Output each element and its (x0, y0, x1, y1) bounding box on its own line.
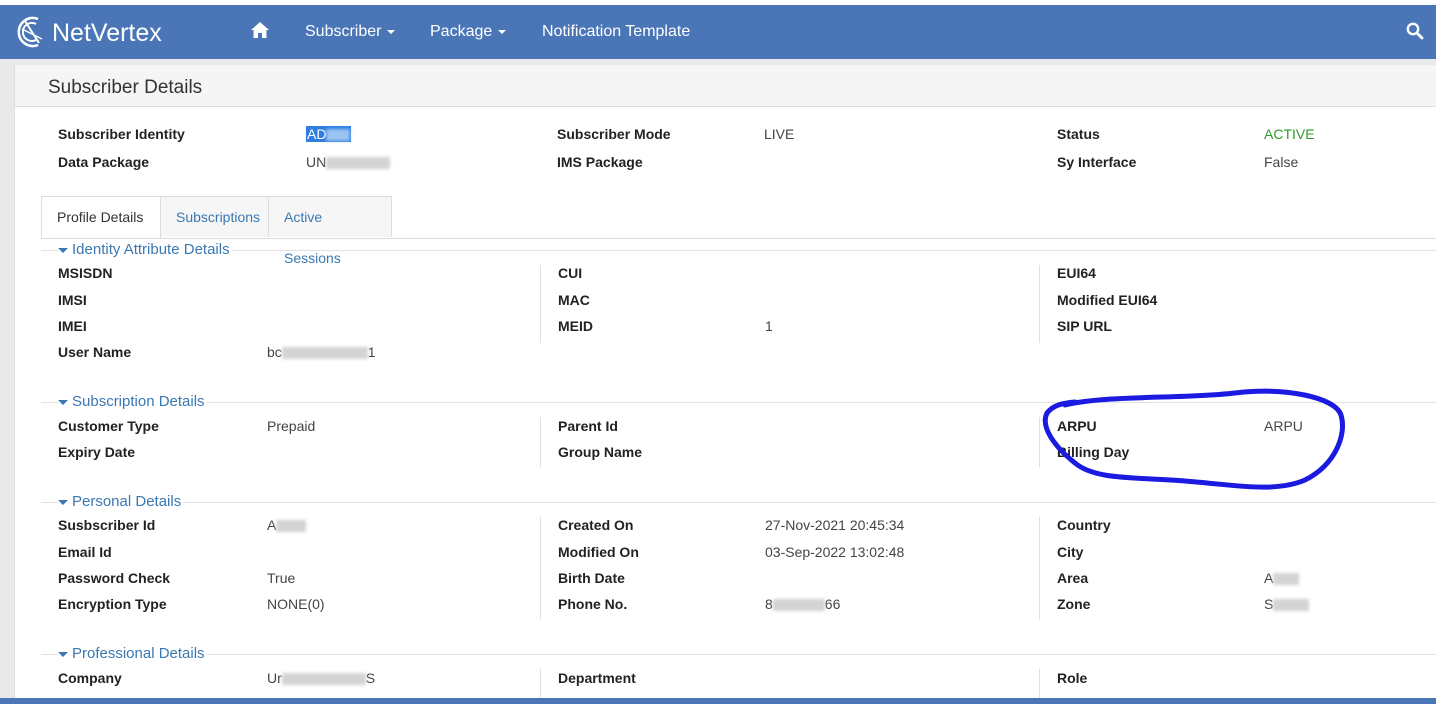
column-divider (1039, 517, 1040, 620)
zone-label: Zone (1057, 596, 1091, 612)
customer-type-label: Customer Type (58, 418, 159, 434)
encryption-type-label: Encryption Type (58, 596, 167, 612)
parent-id-label: Parent Id (558, 418, 618, 434)
identity-section-title: Identity Attribute Details (72, 241, 230, 258)
password-check-value: True (267, 570, 296, 586)
imei-label: IMEI (58, 318, 87, 334)
section-divider (41, 502, 1436, 503)
subscriber-id-label: Susbscriber Id (58, 517, 156, 533)
eui64-label: EUI64 (1057, 265, 1096, 281)
subscriber-mode-label: Subscriber Mode (557, 126, 671, 142)
password-check-label: Password Check (58, 570, 171, 586)
modified-on-label: Modified On (558, 544, 639, 560)
caret-down-icon (58, 651, 68, 657)
status-badge: ACTIVE (1264, 126, 1315, 142)
nav-subscriber-label: Subscriber (305, 23, 382, 40)
column-divider (1039, 669, 1040, 698)
home-icon[interactable] (250, 21, 270, 44)
personal-section-title: Personal Details (72, 493, 182, 510)
search-icon[interactable] (1406, 22, 1424, 43)
caret-down-icon (58, 499, 68, 505)
birth-date-label: Birth Date (558, 570, 625, 586)
email-id-label: Email Id (58, 544, 112, 560)
area-label: Area (1057, 570, 1089, 586)
city-label: City (1057, 544, 1084, 560)
zone-value: S (1264, 596, 1310, 612)
ims-package-label: IMS Package (557, 154, 643, 170)
user-name-label: User Name (58, 344, 132, 360)
personal-section-toggle[interactable]: Personal Details (58, 493, 184, 510)
column-divider (1039, 265, 1040, 343)
column-divider (540, 669, 541, 698)
modified-on-value: 03-Sep-2022 13:02:48 (765, 544, 905, 560)
brand-name: NetVertex (52, 19, 162, 47)
mac-label: MAC (558, 292, 590, 308)
encryption-type-value: NONE(0) (267, 596, 325, 612)
caret-down-icon (58, 399, 68, 405)
column-divider (540, 265, 541, 343)
subscriber-identity-label: Subscriber Identity (58, 126, 185, 142)
group-name-label: Group Name (558, 444, 643, 460)
netvertex-logo-icon (16, 15, 46, 52)
panel-header: Subscriber Details (15, 65, 1436, 107)
role-label: Role (1057, 670, 1088, 686)
nav-subscriber[interactable]: Subscriber (305, 23, 396, 41)
modified-eui64-label: Modified EUI64 (1057, 292, 1158, 308)
area-value: A (1264, 570, 1300, 586)
department-label: Department (558, 670, 636, 686)
column-divider (540, 517, 541, 620)
caret-down-icon (58, 247, 68, 253)
tab-subscriptions[interactable]: Subscriptions (160, 196, 269, 237)
meid-value: 1 (765, 318, 773, 334)
sy-interface-value: False (1264, 154, 1299, 170)
nav-notification-template[interactable]: Notification Template (542, 23, 690, 41)
professional-section-toggle[interactable]: Professional Details (58, 645, 207, 662)
subscriber-identity-value: AD (306, 126, 352, 142)
navbar: NetVertex Subscriber Package Notificatio… (0, 5, 1436, 59)
country-label: Country (1057, 517, 1111, 533)
imsi-label: IMSI (58, 292, 87, 308)
nav-package[interactable]: Package (430, 23, 507, 41)
section-divider (41, 250, 1436, 251)
data-package-value: UN (306, 154, 391, 170)
phone-no-value: 8 66 (765, 596, 841, 612)
tab-active-sessions[interactable]: Active Sessions (268, 196, 392, 266)
identity-section-toggle[interactable]: Identity Attribute Details (58, 241, 232, 258)
customer-type-value: Prepaid (267, 418, 316, 434)
subscription-section-title: Subscription Details (72, 393, 205, 410)
msisdn-label: MSISDN (58, 265, 113, 281)
created-on-value: 27-Nov-2021 20:45:34 (765, 517, 905, 533)
annotation-circle (1042, 388, 1345, 490)
left-sidebar-strip (0, 59, 14, 704)
subscription-section-toggle[interactable]: Subscription Details (58, 393, 207, 410)
chevron-down-icon (387, 29, 396, 34)
subscriber-id-value: A (267, 517, 307, 533)
brand[interactable]: NetVertex (16, 15, 162, 52)
user-name-value: bc 1 (267, 344, 376, 360)
page-title: Subscriber Details (48, 77, 203, 98)
cui-label: CUI (558, 265, 583, 281)
section-divider (41, 654, 1436, 655)
professional-section-title: Professional Details (72, 645, 205, 662)
subscriber-mode-value: LIVE (764, 126, 795, 142)
bottom-bar (0, 698, 1436, 704)
expiry-date-label: Expiry Date (58, 444, 136, 460)
nav-package-label: Package (430, 23, 493, 40)
created-on-label: Created On (558, 517, 634, 533)
subscriber-details-panel: Subscriber Details Subscriber Identity A… (14, 65, 1436, 698)
meid-label: MEID (558, 318, 593, 334)
phone-no-label: Phone No. (558, 596, 628, 612)
status-label: Status (1057, 126, 1100, 142)
chevron-down-icon (498, 29, 507, 34)
company-value: Ur S (267, 670, 376, 686)
data-package-label: Data Package (58, 154, 150, 170)
tab-profile-details[interactable]: Profile Details (41, 196, 161, 238)
sy-interface-label: Sy Interface (1057, 154, 1137, 170)
column-divider (540, 417, 541, 467)
tab-bar: Profile Details Subscriptions Active Ses… (41, 196, 1436, 266)
company-label: Company (58, 670, 122, 686)
sip-url-label: SIP URL (1057, 318, 1112, 334)
